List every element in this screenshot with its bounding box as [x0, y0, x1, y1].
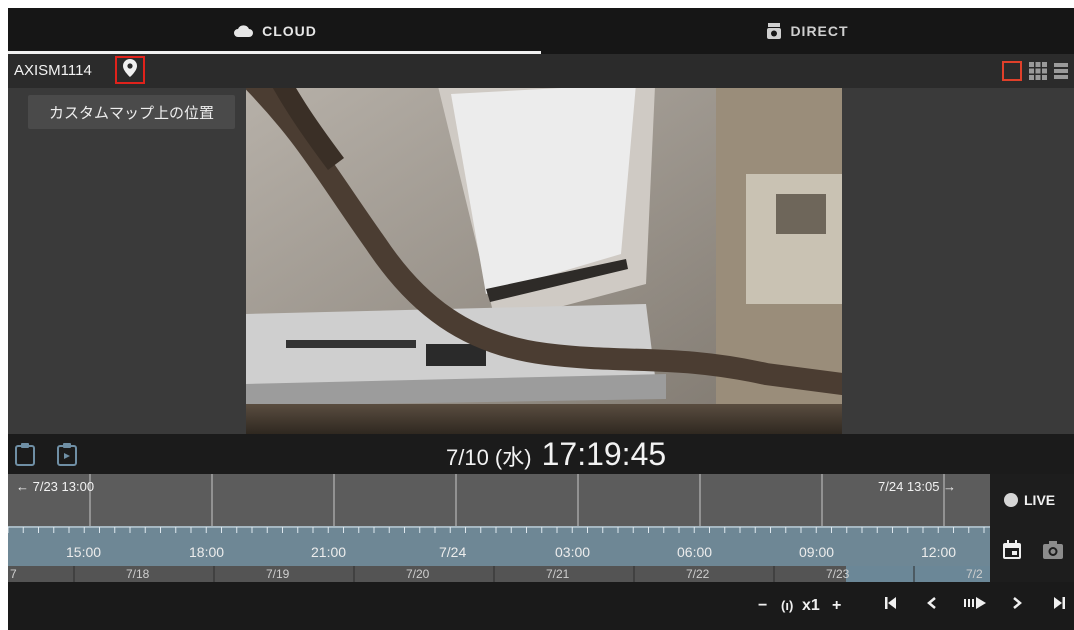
list-view-icon[interactable] [1054, 61, 1074, 81]
day-label: 7/19 [266, 567, 290, 581]
clipboard-icon[interactable] [14, 442, 36, 471]
map-location-tooltip: カスタムマップ上の位置 [28, 95, 235, 129]
timeline-track[interactable]: ← 7/23 13:00 7/24 13:05 → [8, 474, 990, 530]
hour-label: 12:00 [921, 544, 957, 560]
location-pin-button[interactable] [115, 56, 145, 84]
playback-info-bar: 7/10 (水) 17:19:45 [8, 434, 1074, 474]
app-window: CLOUD DIRECT AXISM1114 カスタムマップ上の位置 7/10 … [8, 8, 1074, 630]
hour-label: 7/24 [439, 544, 467, 560]
live-dot-icon [1004, 493, 1018, 507]
timeline[interactable]: ← 7/23 13:00 7/24 13:05 → 15:00 18:00 21… [8, 474, 990, 582]
day-label: 7/18 [126, 567, 150, 581]
day-label: 7/20 [406, 567, 430, 581]
day-label: 7 [10, 567, 17, 581]
playback-controls: − (ı) x1 + [8, 582, 1074, 630]
playback-datetime: 7/10 (水) 17:19:45 [446, 436, 666, 473]
camera-header: AXISM1114 [8, 54, 1074, 88]
play-button[interactable] [963, 596, 987, 616]
single-view-icon[interactable] [1002, 61, 1022, 81]
hour-label: 09:00 [799, 544, 835, 560]
side-controls: LIVE [990, 474, 1074, 582]
tab-cloud-label: CLOUD [262, 23, 317, 39]
camera-video-feed [246, 54, 842, 434]
clip-export-icon[interactable] [56, 442, 78, 471]
day-label: 7/2 [966, 567, 983, 581]
timeline-range-start[interactable]: ← 7/23 13:00 [16, 479, 94, 494]
cloud-icon [232, 24, 254, 38]
hour-label: 06:00 [677, 544, 713, 560]
playback-time: 17:19:45 [541, 436, 667, 472]
timeline-range-end[interactable]: 7/24 13:05 → [878, 479, 956, 494]
timeline-day-strip[interactable]: 7 7/18 7/19 7/20 7/21 7/22 7/23 7/2 [8, 566, 990, 582]
tab-direct[interactable]: DIRECT [541, 8, 1074, 54]
tab-cloud[interactable]: CLOUD [8, 8, 541, 54]
speed-icon: (ı) [781, 598, 794, 613]
recording-band [8, 526, 990, 566]
live-label: LIVE [1024, 492, 1056, 508]
live-button[interactable]: LIVE [1004, 492, 1055, 508]
skip-end-button[interactable] [1052, 596, 1066, 616]
hour-label: 18:00 [189, 544, 225, 560]
step-back-button[interactable] [926, 596, 938, 616]
tab-direct-label: DIRECT [790, 23, 849, 39]
location-pin-icon [123, 58, 137, 82]
speed-value: x1 [802, 597, 820, 614]
layout-switcher [1002, 61, 1074, 81]
day-label: 7/23 [826, 567, 850, 581]
hour-label: 03:00 [555, 544, 591, 560]
skip-start-button[interactable] [884, 596, 898, 616]
zoom-in-button[interactable]: + [832, 596, 841, 616]
grid-view-icon[interactable] [1028, 61, 1048, 81]
playback-date: 7/10 (水) [446, 445, 532, 470]
day-label: 7/21 [546, 567, 570, 581]
snapshot-icon[interactable] [1042, 540, 1064, 565]
camera-icon [766, 22, 782, 40]
camera-name: AXISM1114 [14, 62, 92, 79]
day-label: 7/22 [686, 567, 710, 581]
hour-label: 15:00 [66, 544, 102, 560]
calendar-icon[interactable] [1002, 540, 1022, 565]
hour-label: 21:00 [311, 544, 347, 560]
zoom-out-button[interactable]: − [758, 596, 767, 616]
step-forward-button[interactable] [1011, 596, 1023, 616]
tab-bar: CLOUD DIRECT [8, 8, 1074, 54]
